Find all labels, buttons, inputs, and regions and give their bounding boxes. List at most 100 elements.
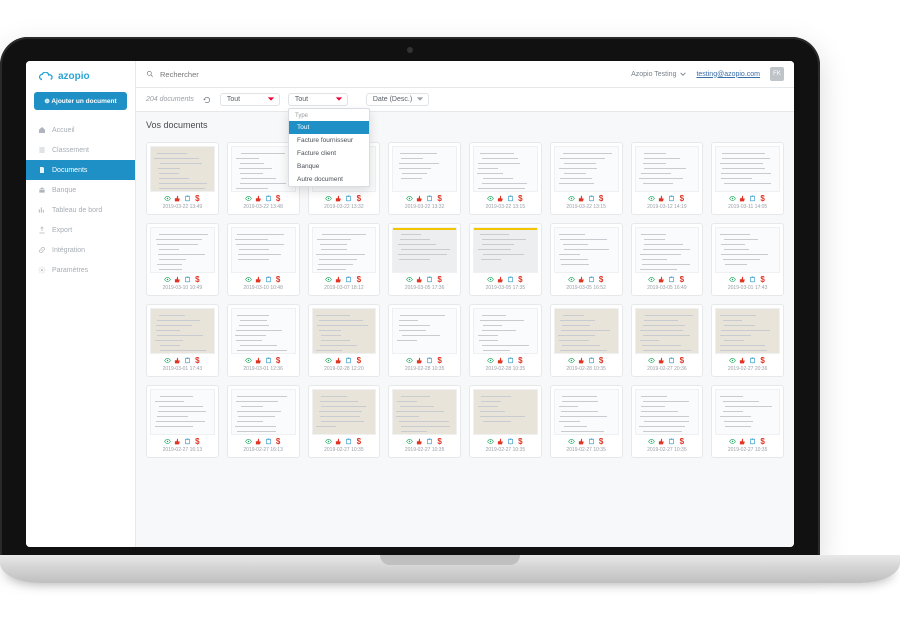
document-card[interactable]: $2019-02-27 10:35: [631, 385, 704, 458]
document-card[interactable]: $2019-02-27 10:35: [711, 385, 784, 458]
search-box[interactable]: [146, 70, 621, 79]
dollar-icon: $: [678, 357, 685, 364]
filter-type-select[interactable]: Tout: [220, 93, 280, 106]
eye-icon: [729, 195, 736, 202]
clipboard-icon: [265, 357, 272, 364]
sidebar-item-label: Accueil: [52, 127, 75, 134]
document-thumbnail: [150, 146, 215, 192]
document-card[interactable]: $2019-02-27 10:35: [469, 385, 542, 458]
document-status-icons: $: [487, 438, 524, 445]
document-status-icons: $: [164, 357, 201, 364]
clipboard-icon: [184, 357, 191, 364]
sidebar-item-accueil[interactable]: Accueil: [26, 120, 135, 140]
avatar[interactable]: FK: [770, 67, 784, 81]
brand-logo[interactable]: azopio: [26, 61, 135, 90]
sidebar-item-tableau-de-bord[interactable]: Tableau de bord: [26, 200, 135, 220]
dollar-icon: $: [517, 438, 524, 445]
brand-name: azopio: [58, 71, 90, 82]
dropdown-option[interactable]: Facture fournisseur: [289, 134, 369, 147]
thumb-up-icon: [578, 438, 585, 445]
document-card[interactable]: $2019-02-27 20:36: [631, 304, 704, 377]
document-card[interactable]: $2019-03-01 12:36: [227, 304, 300, 377]
thumb-up-icon: [739, 357, 746, 364]
dropdown-option[interactable]: Banque: [289, 160, 369, 173]
thumb-up-icon: [578, 276, 585, 283]
clipboard-icon: [345, 195, 352, 202]
document-card[interactable]: $2019-02-28 10:35: [550, 304, 623, 377]
sidebar-item-banque[interactable]: Banque: [26, 180, 135, 200]
document-card[interactable]: $2019-03-22 13:32: [388, 142, 461, 215]
content-scroll[interactable]: $2019-03-22 13:49$2019-03-22 13:48$2019-…: [136, 134, 794, 547]
sidebar-item-export[interactable]: Export: [26, 220, 135, 240]
document-thumbnail: [150, 227, 215, 273]
search-input[interactable]: [160, 70, 621, 79]
document-card[interactable]: $2019-03-10 10:48: [227, 223, 300, 296]
dropdown-option[interactable]: Autre document: [289, 173, 369, 186]
document-card[interactable]: $2019-02-28 10:35: [469, 304, 542, 377]
filter-type-label: Tout: [227, 96, 240, 103]
filter-status-select[interactable]: Tout: [288, 93, 348, 106]
sort-select[interactable]: Date (Desc.): [366, 93, 429, 106]
user-email-link[interactable]: testing@azopio.com: [696, 71, 760, 78]
thumb-up-icon: [739, 276, 746, 283]
sidebar-item-paramètres[interactable]: Paramètres: [26, 260, 135, 280]
document-date: 2019-03-22 13:15: [566, 204, 605, 210]
eye-icon: [487, 357, 494, 364]
document-card[interactable]: $2019-02-27 10:35: [388, 385, 461, 458]
document-status-icons: $: [406, 438, 443, 445]
document-thumbnail: [635, 146, 700, 192]
document-card[interactable]: $2019-03-22 13:49: [146, 142, 219, 215]
org-switcher[interactable]: Azopio Testing: [631, 71, 686, 78]
document-card[interactable]: $2019-02-27 20:36: [711, 304, 784, 377]
document-card[interactable]: $2019-03-22 13:15: [550, 142, 623, 215]
sort-label: Date (Desc.): [373, 96, 412, 103]
document-card[interactable]: $2019-03-01 17:43: [146, 304, 219, 377]
sidebar-item-classement[interactable]: Classement: [26, 140, 135, 160]
document-card[interactable]: $2019-03-05 17:35: [469, 223, 542, 296]
document-card[interactable]: $2019-02-28 10:35: [388, 304, 461, 377]
document-date: 2019-02-27 10:35: [405, 447, 444, 453]
document-card[interactable]: $2019-03-10 10:49: [146, 223, 219, 296]
document-card[interactable]: $2019-02-27 16:13: [227, 385, 300, 458]
sidebar-item-intégration[interactable]: Intégration: [26, 240, 135, 260]
add-document-button[interactable]: ⊕ Ajouter un document: [34, 92, 127, 110]
document-card[interactable]: $2019-02-27 16:13: [146, 385, 219, 458]
dollar-icon: $: [194, 438, 201, 445]
dropdown-option[interactable]: Tout: [289, 121, 369, 134]
document-date: 2019-03-05 17:35: [486, 285, 525, 291]
document-date: 2019-02-27 20:36: [728, 366, 767, 372]
document-card[interactable]: $2019-03-01 17:43: [711, 223, 784, 296]
dropdown-option[interactable]: Facture client: [289, 147, 369, 160]
eye-icon: [164, 195, 171, 202]
document-thumbnail: [715, 389, 780, 435]
gear-icon: [38, 266, 46, 274]
dollar-icon: $: [194, 195, 201, 202]
document-card[interactable]: $2019-03-12 14:19: [631, 142, 704, 215]
eye-icon: [325, 276, 332, 283]
refresh-button[interactable]: [202, 95, 212, 105]
document-thumbnail: [231, 146, 296, 192]
document-status-icons: $: [245, 438, 282, 445]
laptop-frame: azopio ⊕ Ajouter un document Accueil Clas…: [0, 37, 820, 557]
document-card[interactable]: $2019-03-05 16:49: [631, 223, 704, 296]
document-card[interactable]: $2019-02-27 10:35: [308, 385, 381, 458]
document-card[interactable]: $2019-03-05 17:36: [388, 223, 461, 296]
clipboard-icon: [345, 276, 352, 283]
document-card[interactable]: $2019-03-05 16:52: [550, 223, 623, 296]
clipboard-icon: [265, 438, 272, 445]
sidebar-item-documents[interactable]: Documents: [26, 160, 135, 180]
thumb-up-icon: [174, 195, 181, 202]
document-card[interactable]: $2019-03-22 13:15: [469, 142, 542, 215]
document-thumbnail: [554, 389, 619, 435]
type-dropdown: Type ToutFacture fournisseurFacture clie…: [288, 108, 370, 187]
document-card[interactable]: $2019-02-27 10:35: [550, 385, 623, 458]
document-card[interactable]: $2019-03-11 14:05: [711, 142, 784, 215]
clipboard-icon: [426, 357, 433, 364]
document-status-icons: $: [406, 276, 443, 283]
document-card[interactable]: $2019-02-28 12:20: [308, 304, 381, 377]
document-card[interactable]: $2019-03-07 18:12: [308, 223, 381, 296]
thumb-up-icon: [416, 357, 423, 364]
document-thumbnail: [392, 389, 457, 435]
thumb-up-icon: [578, 195, 585, 202]
document-thumbnail: [554, 227, 619, 273]
